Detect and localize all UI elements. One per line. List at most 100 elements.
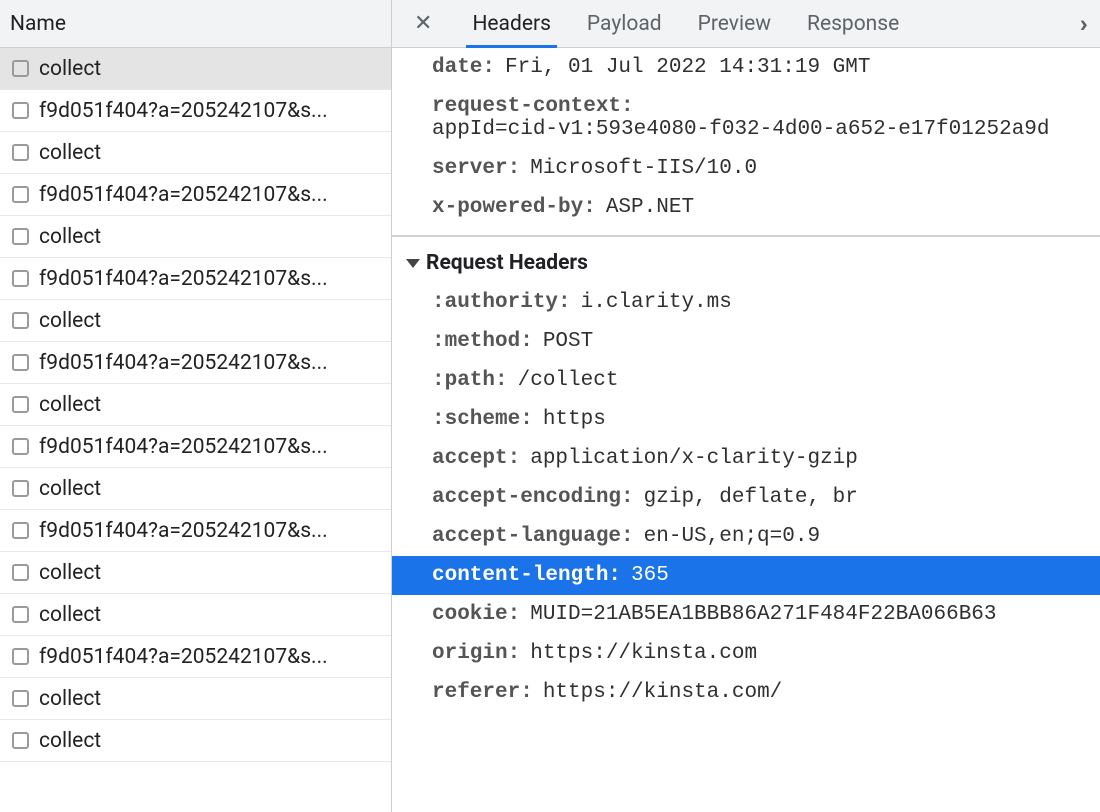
header-row[interactable]: :path:/collect: [392, 361, 1100, 400]
request-name: collect: [39, 141, 101, 165]
row-checkbox[interactable]: [12, 60, 29, 77]
header-key: accept:: [432, 447, 520, 470]
header-row[interactable]: accept-language: en-US,en;q=0.9: [392, 517, 1100, 556]
row-checkbox[interactable]: [12, 144, 29, 161]
detail-tabs: ✕ Headers Payload Preview Response ››: [392, 0, 1100, 48]
header-row[interactable]: request-context:appId=cid-v1:593e4080-f0…: [392, 87, 1100, 149]
chevron-down-icon: [406, 259, 420, 268]
request-row[interactable]: f9d051f404?a=205242107&s...: [0, 510, 391, 552]
row-checkbox[interactable]: [12, 228, 29, 245]
request-row[interactable]: collect: [0, 552, 391, 594]
header-key: :path:: [432, 369, 508, 392]
row-checkbox[interactable]: [12, 438, 29, 455]
request-row[interactable]: collect: [0, 594, 391, 636]
close-panel-icon[interactable]: ✕: [410, 11, 436, 36]
header-value: en-US,en;q=0.9: [644, 525, 820, 548]
header-row[interactable]: cookie:MUID=21AB5EA1BBB86A271F484F22BA06…: [392, 595, 1100, 634]
row-checkbox[interactable]: [12, 690, 29, 707]
name-column-header[interactable]: Name: [0, 0, 391, 48]
row-checkbox[interactable]: [12, 312, 29, 329]
header-row[interactable]: referer: https://kinsta.com/: [392, 673, 1100, 712]
tab-preview[interactable]: Preview: [698, 0, 771, 47]
request-row[interactable]: collect: [0, 678, 391, 720]
header-key: accept-encoding:: [432, 486, 634, 509]
header-value: https: [543, 408, 606, 431]
header-value: Fri, 01 Jul 2022 14:31:19 GMT: [505, 56, 870, 79]
request-row[interactable]: collect: [0, 468, 391, 510]
request-name: collect: [39, 309, 101, 333]
header-key: content-length:: [432, 564, 621, 587]
request-row[interactable]: collect: [0, 48, 391, 90]
request-row[interactable]: f9d051f404?a=205242107&s...: [0, 90, 391, 132]
row-checkbox[interactable]: [12, 102, 29, 119]
header-key: :scheme:: [432, 408, 533, 431]
header-value: https://kinsta.com/: [543, 681, 782, 704]
header-row[interactable]: :authority: i.clarity.ms: [392, 283, 1100, 322]
row-checkbox[interactable]: [12, 522, 29, 539]
request-name: f9d051f404?a=205242107&s...: [39, 183, 328, 207]
tab-response[interactable]: Response: [807, 0, 899, 47]
header-row[interactable]: accept: application/x-clarity-gzip: [392, 439, 1100, 478]
header-key: cookie:: [432, 603, 520, 626]
more-tabs-icon[interactable]: ››: [1080, 10, 1082, 38]
row-checkbox[interactable]: [12, 564, 29, 581]
request-row[interactable]: f9d051f404?a=205242107&s...: [0, 174, 391, 216]
header-row[interactable]: date:Fri, 01 Jul 2022 14:31:19 GMT: [392, 48, 1100, 87]
request-name: collect: [39, 477, 101, 501]
row-checkbox[interactable]: [12, 396, 29, 413]
row-checkbox[interactable]: [12, 480, 29, 497]
request-name: f9d051f404?a=205242107&s...: [39, 267, 328, 291]
request-row[interactable]: collect: [0, 720, 391, 762]
header-key: :method:: [432, 330, 533, 353]
request-row[interactable]: collect: [0, 216, 391, 258]
request-name: collect: [39, 57, 101, 81]
header-key: request-context:: [432, 95, 634, 118]
request-name: collect: [39, 561, 101, 585]
header-row[interactable]: x-powered-by: ASP.NET: [392, 188, 1100, 227]
header-value: gzip, deflate, br: [644, 486, 858, 509]
request-list: collectf9d051f404?a=205242107&s...collec…: [0, 48, 391, 812]
request-row[interactable]: collect: [0, 300, 391, 342]
header-row[interactable]: accept-encoding: gzip, deflate, br: [392, 478, 1100, 517]
header-value: Microsoft-IIS/10.0: [530, 157, 757, 180]
request-row[interactable]: f9d051f404?a=205242107&s...: [0, 342, 391, 384]
request-headers-section-toggle[interactable]: Request Headers: [392, 237, 1100, 283]
request-name: collect: [39, 687, 101, 711]
request-name: collect: [39, 225, 101, 249]
request-name: f9d051f404?a=205242107&s...: [39, 99, 328, 123]
header-value: https://kinsta.com: [530, 642, 757, 665]
header-value: i.clarity.ms: [581, 291, 732, 314]
detail-panel: ✕ Headers Payload Preview Response ›› date:F…: [392, 0, 1100, 812]
header-value: appId=cid-v1:593e4080-f032-4d00-a652-e17…: [432, 118, 1050, 141]
row-checkbox[interactable]: [12, 186, 29, 203]
request-row[interactable]: collect: [0, 384, 391, 426]
row-checkbox[interactable]: [12, 732, 29, 749]
header-row[interactable]: origin: https://kinsta.com: [392, 634, 1100, 673]
header-key: referer:: [432, 681, 533, 704]
header-value: POST: [543, 330, 593, 353]
request-row[interactable]: f9d051f404?a=205242107&s...: [0, 258, 391, 300]
row-checkbox[interactable]: [12, 354, 29, 371]
header-key: :authority:: [432, 291, 571, 314]
header-key: origin:: [432, 642, 520, 665]
header-value: application/x-clarity-gzip: [530, 447, 858, 470]
request-row[interactable]: f9d051f404?a=205242107&s...: [0, 636, 391, 678]
request-row[interactable]: f9d051f404?a=205242107&s...: [0, 426, 391, 468]
request-row[interactable]: collect: [0, 132, 391, 174]
tab-payload[interactable]: Payload: [587, 0, 662, 47]
headers-pane: date:Fri, 01 Jul 2022 14:31:19 GMTreques…: [392, 48, 1100, 812]
row-checkbox[interactable]: [12, 648, 29, 665]
header-key: x-powered-by:: [432, 196, 596, 219]
request-name: collect: [39, 603, 101, 627]
header-row[interactable]: :method: POST: [392, 322, 1100, 361]
row-checkbox[interactable]: [12, 606, 29, 623]
tab-headers[interactable]: Headers: [472, 0, 550, 47]
request-name: collect: [39, 729, 101, 753]
header-row[interactable]: :scheme: https: [392, 400, 1100, 439]
header-row[interactable]: server:Microsoft-IIS/10.0: [392, 149, 1100, 188]
header-value: ASP.NET: [606, 196, 694, 219]
row-checkbox[interactable]: [12, 270, 29, 287]
header-key: accept-language:: [432, 525, 634, 548]
request-headers-title: Request Headers: [426, 251, 588, 275]
header-row[interactable]: content-length:365: [392, 556, 1100, 595]
